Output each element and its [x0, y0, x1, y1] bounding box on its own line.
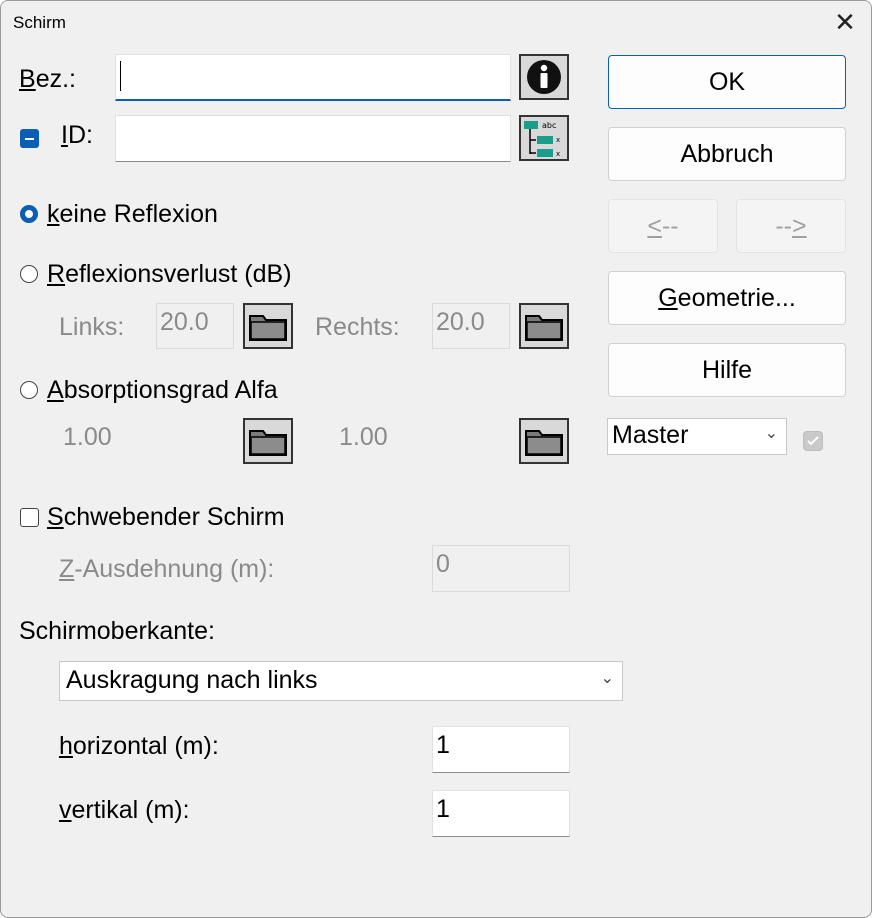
window-title: Schirm: [13, 13, 66, 32]
close-icon[interactable]: ✕: [831, 9, 859, 37]
links-folder-button[interactable]: [243, 303, 293, 349]
links-label: Links:: [59, 313, 125, 341]
rechts-input[interactable]: 20.0: [432, 303, 510, 349]
title-bar: Schirm ✕: [1, 1, 871, 45]
id-checkbox[interactable]: [20, 129, 39, 148]
info-button[interactable]: [519, 54, 569, 100]
id-input[interactable]: [115, 115, 511, 162]
svg-text:x: x: [556, 136, 560, 144]
id-tree-button[interactable]: abc x x: [519, 115, 569, 161]
variant-select[interactable]: Master ⌄: [607, 418, 787, 455]
folder-icon: [525, 430, 563, 456]
radio-absorptionsgrad[interactable]: [20, 381, 38, 399]
dialog-window: Schirm ✕ Bez.: ID: abc x x keine Reflexi…: [0, 0, 872, 918]
ok-button[interactable]: OK: [608, 55, 846, 109]
horizontal-label: horizontal (m):: [59, 732, 219, 760]
vertikal-input[interactable]: 1: [432, 790, 570, 837]
folder-icon: [249, 315, 287, 341]
schirmoberkante-select[interactable]: Auskragung nach links ⌄: [59, 661, 623, 701]
id-tree-icon: abc x x: [524, 121, 560, 158]
svg-text:x: x: [556, 150, 560, 158]
schirmoberkante-label: Schirmoberkante:: [19, 617, 215, 645]
links-input[interactable]: 20.0: [156, 303, 234, 349]
svg-text:abc: abc: [542, 121, 556, 130]
bez-label: Bez.:: [19, 65, 76, 93]
absorption-left-folder-button[interactable]: [243, 418, 293, 464]
rechts-label: Rechts:: [315, 313, 400, 341]
geometrie-button[interactable]: Geometrie...: [608, 271, 846, 325]
absorption-left-value: 1.00: [63, 423, 112, 451]
keine-reflexion-label: keine Reflexion: [47, 200, 218, 228]
z-ausdehnung-input[interactable]: 0: [432, 545, 570, 592]
abbruch-button[interactable]: Abbruch: [608, 127, 846, 181]
absorption-right-folder-button[interactable]: [519, 418, 569, 464]
variant-value: Master: [612, 421, 689, 449]
id-label: ID:: [61, 121, 93, 149]
z-ausdehnung-label: Z-Ausdehnung (m):: [59, 555, 275, 583]
bez-input[interactable]: [115, 54, 511, 101]
next-button[interactable]: -->: [736, 199, 846, 253]
vertikal-label: vertikal (m):: [59, 796, 190, 824]
schwebender-schirm-label: Schwebender Schirm: [47, 503, 285, 531]
info-icon: [527, 60, 561, 94]
folder-icon: [525, 315, 563, 341]
schirmoberkante-value: Auskragung nach links: [66, 666, 318, 694]
rechts-folder-button[interactable]: [519, 303, 569, 349]
previous-button[interactable]: <--: [608, 199, 718, 253]
folder-icon: [249, 430, 287, 456]
radio-keine-reflexion[interactable]: [20, 205, 38, 223]
horizontal-input[interactable]: 1: [432, 726, 570, 773]
hilfe-button[interactable]: Hilfe: [608, 343, 846, 397]
schwebender-schirm-checkbox[interactable]: [20, 508, 39, 527]
chevron-down-icon: ⌄: [764, 423, 778, 442]
chevron-down-icon: ⌄: [600, 668, 614, 687]
absorption-right-value: 1.00: [339, 423, 388, 451]
radio-reflexionsverlust[interactable]: [20, 265, 38, 283]
variant-checkbox[interactable]: [803, 431, 823, 451]
reflexionsverlust-label: Reflexionsverlust (dB): [47, 260, 292, 288]
absorptionsgrad-label: Absorptionsgrad Alfa: [47, 376, 278, 404]
checkmark-icon: [807, 436, 819, 446]
